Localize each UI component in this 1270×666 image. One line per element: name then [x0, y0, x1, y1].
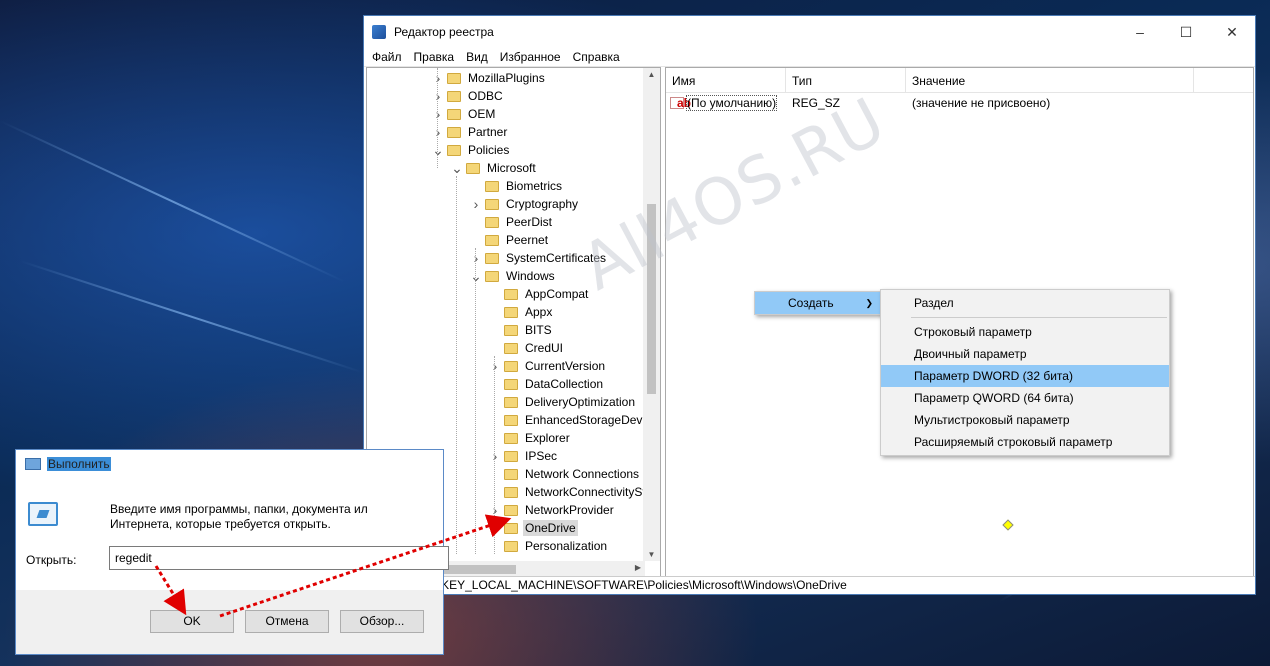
arrow-input-to-ok: [154, 565, 187, 616]
annotation-arrows: [154, 514, 512, 618]
arrow-ok-to-onedrive: [219, 514, 512, 618]
